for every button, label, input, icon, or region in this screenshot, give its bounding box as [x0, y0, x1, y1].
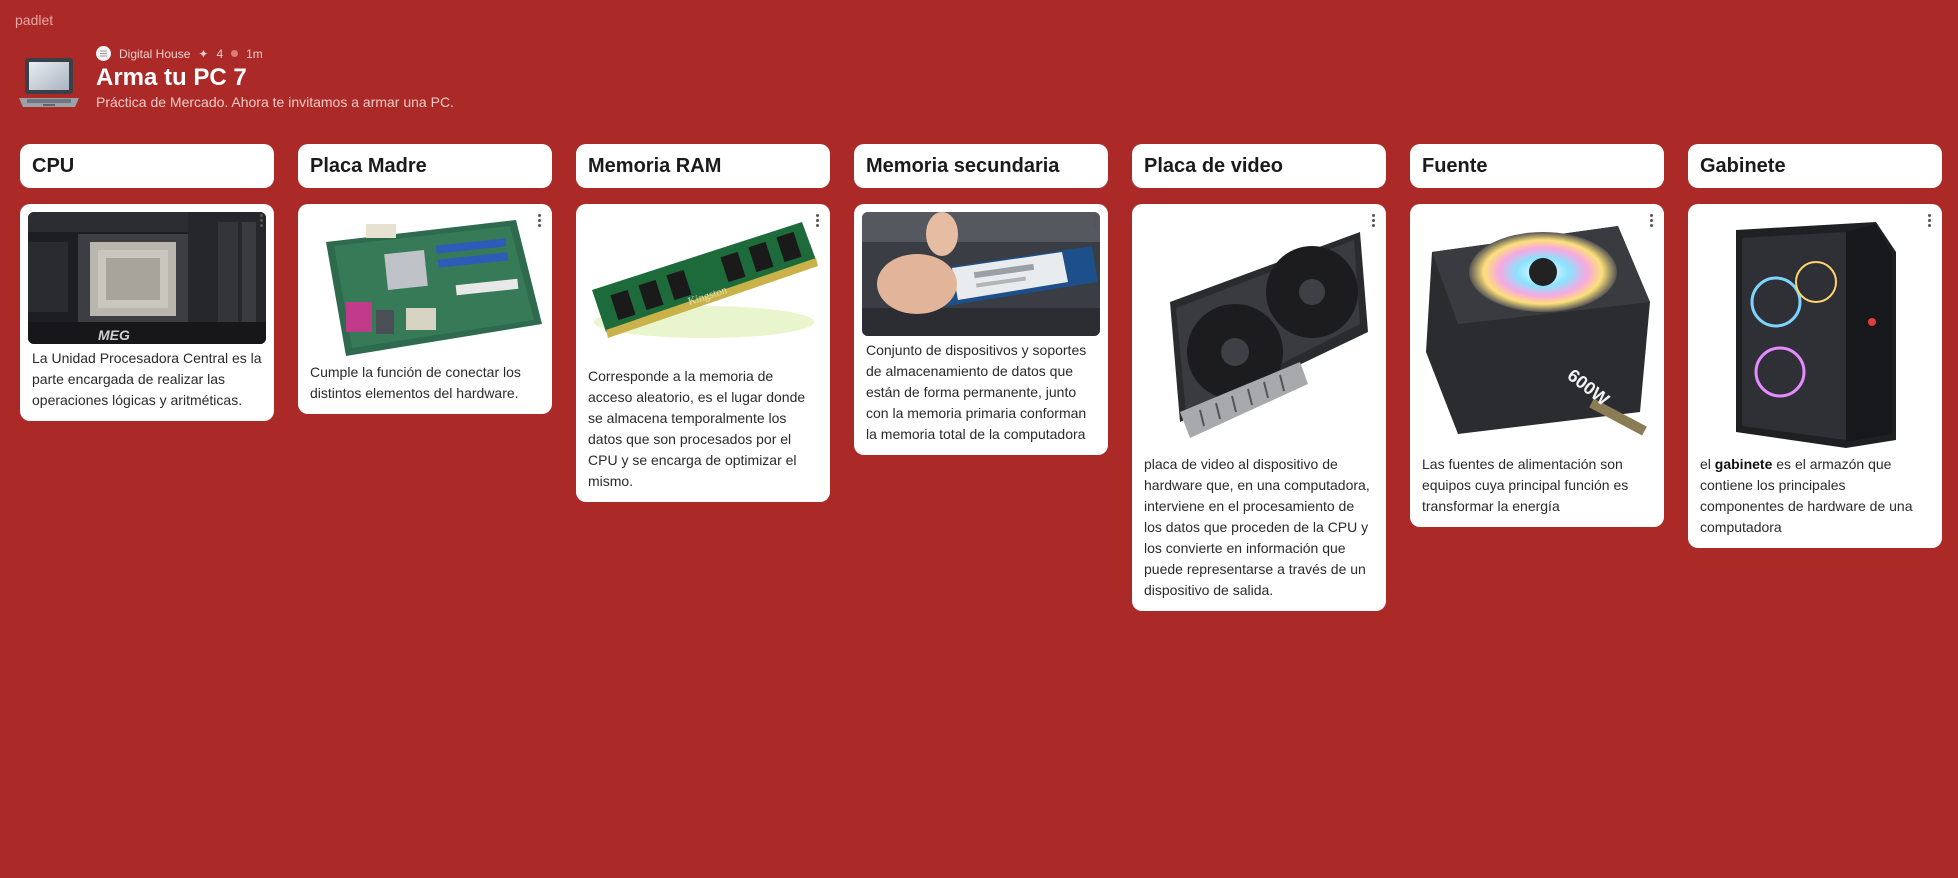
post-card[interactable]: el gabinete es el armazón que contiene l… — [1688, 204, 1942, 548]
column-cpu: CPU MEG La Unidad Procesadora Central es… — [20, 144, 274, 421]
like-count: 4 — [216, 46, 224, 61]
post-card[interactable]: MEG La Unidad Procesadora Central es la … — [20, 204, 274, 421]
column-title[interactable]: Memoria secundaria — [854, 144, 1108, 188]
post-text: el gabinete es el armazón que contiene l… — [1700, 456, 1913, 535]
column-title[interactable]: CPU — [20, 144, 274, 188]
motherboard-image[interactable] — [306, 212, 544, 358]
column-gabinete: Gabinete el gabinete es el armazón que c… — [1688, 144, 1942, 548]
more-options-icon[interactable] — [1644, 212, 1658, 228]
author-name[interactable]: Digital House — [119, 47, 190, 61]
post-text: Corresponde a la memoria de acceso aleat… — [588, 368, 806, 489]
column-memoria-secundaria: Memoria secundaria Conjunto de dispositi… — [854, 144, 1108, 455]
column-placa-de-video: Placa de video placa de video al disposi… — [1132, 144, 1386, 611]
post-card[interactable]: Conjunto de dispositivos y soportes de a… — [854, 204, 1108, 455]
post-text: Conjunto de dispositivos y soportes de a… — [866, 342, 1087, 442]
column-memoria-ram: Memoria RAM Kingston Corresponde a la me… — [576, 144, 830, 502]
laptop-icon — [17, 55, 81, 113]
pc-case-image[interactable] — [1696, 212, 1934, 450]
column-title[interactable]: Placa de video — [1132, 144, 1386, 188]
post-text: Las fuentes de alimentación son equipos … — [1422, 456, 1629, 514]
post-text: Cumple la función de conectar los distin… — [310, 364, 521, 401]
more-options-icon[interactable] — [254, 212, 268, 228]
post-card[interactable]: placa de video al dispositivo de hardwar… — [1132, 204, 1386, 611]
svg-text:MEG: MEG — [98, 327, 130, 343]
column-title[interactable]: Gabinete — [1688, 144, 1942, 188]
motherboard-cpu-image[interactable]: MEG — [28, 212, 266, 344]
page-title: Arma tu PC 7 — [96, 64, 247, 91]
ssd-image[interactable] — [862, 212, 1100, 336]
post-card[interactable]: 600W Las fuentes de alimentación son equ… — [1410, 204, 1664, 527]
status-dot-icon — [231, 50, 239, 57]
post-card[interactable]: Cumple la función de conectar los distin… — [298, 204, 552, 414]
padlet-logo[interactable]: padlet — [15, 12, 53, 28]
power-supply-image[interactable]: 600W — [1418, 212, 1656, 450]
more-options-icon[interactable] — [532, 212, 546, 228]
post-meta: Digital House ✦ 4 1m — [96, 46, 263, 61]
bold-term: gabinete — [1714, 456, 1773, 472]
author-avatar[interactable] — [96, 46, 111, 61]
post-text: placa de video al dispositivo de hardwar… — [1144, 456, 1370, 598]
more-options-icon[interactable] — [1088, 212, 1102, 228]
column-fuente: Fuente 600W Las fuentes de alimentación … — [1410, 144, 1664, 527]
more-options-icon[interactable] — [1366, 212, 1380, 228]
column-title[interactable]: Fuente — [1410, 144, 1664, 188]
ram-module-image[interactable]: Kingston — [584, 212, 822, 362]
column-title[interactable]: Placa Madre — [298, 144, 552, 188]
more-options-icon[interactable] — [1922, 212, 1936, 228]
updated-time: 1m — [246, 46, 263, 61]
column-placa-madre: Placa Madre Cumple la función de conecta… — [298, 144, 552, 414]
column-title[interactable]: Memoria RAM — [576, 144, 830, 188]
post-text: La Unidad Procesadora Central es la part… — [32, 350, 262, 408]
post-card[interactable]: Kingston Corresponde a la memoria de acc… — [576, 204, 830, 502]
like-icon: ✦ — [198, 46, 209, 61]
page-subtitle: Práctica de Mercado. Ahora te invitamos … — [96, 94, 454, 110]
graphics-card-image[interactable] — [1140, 212, 1378, 450]
more-options-icon[interactable] — [810, 212, 824, 228]
